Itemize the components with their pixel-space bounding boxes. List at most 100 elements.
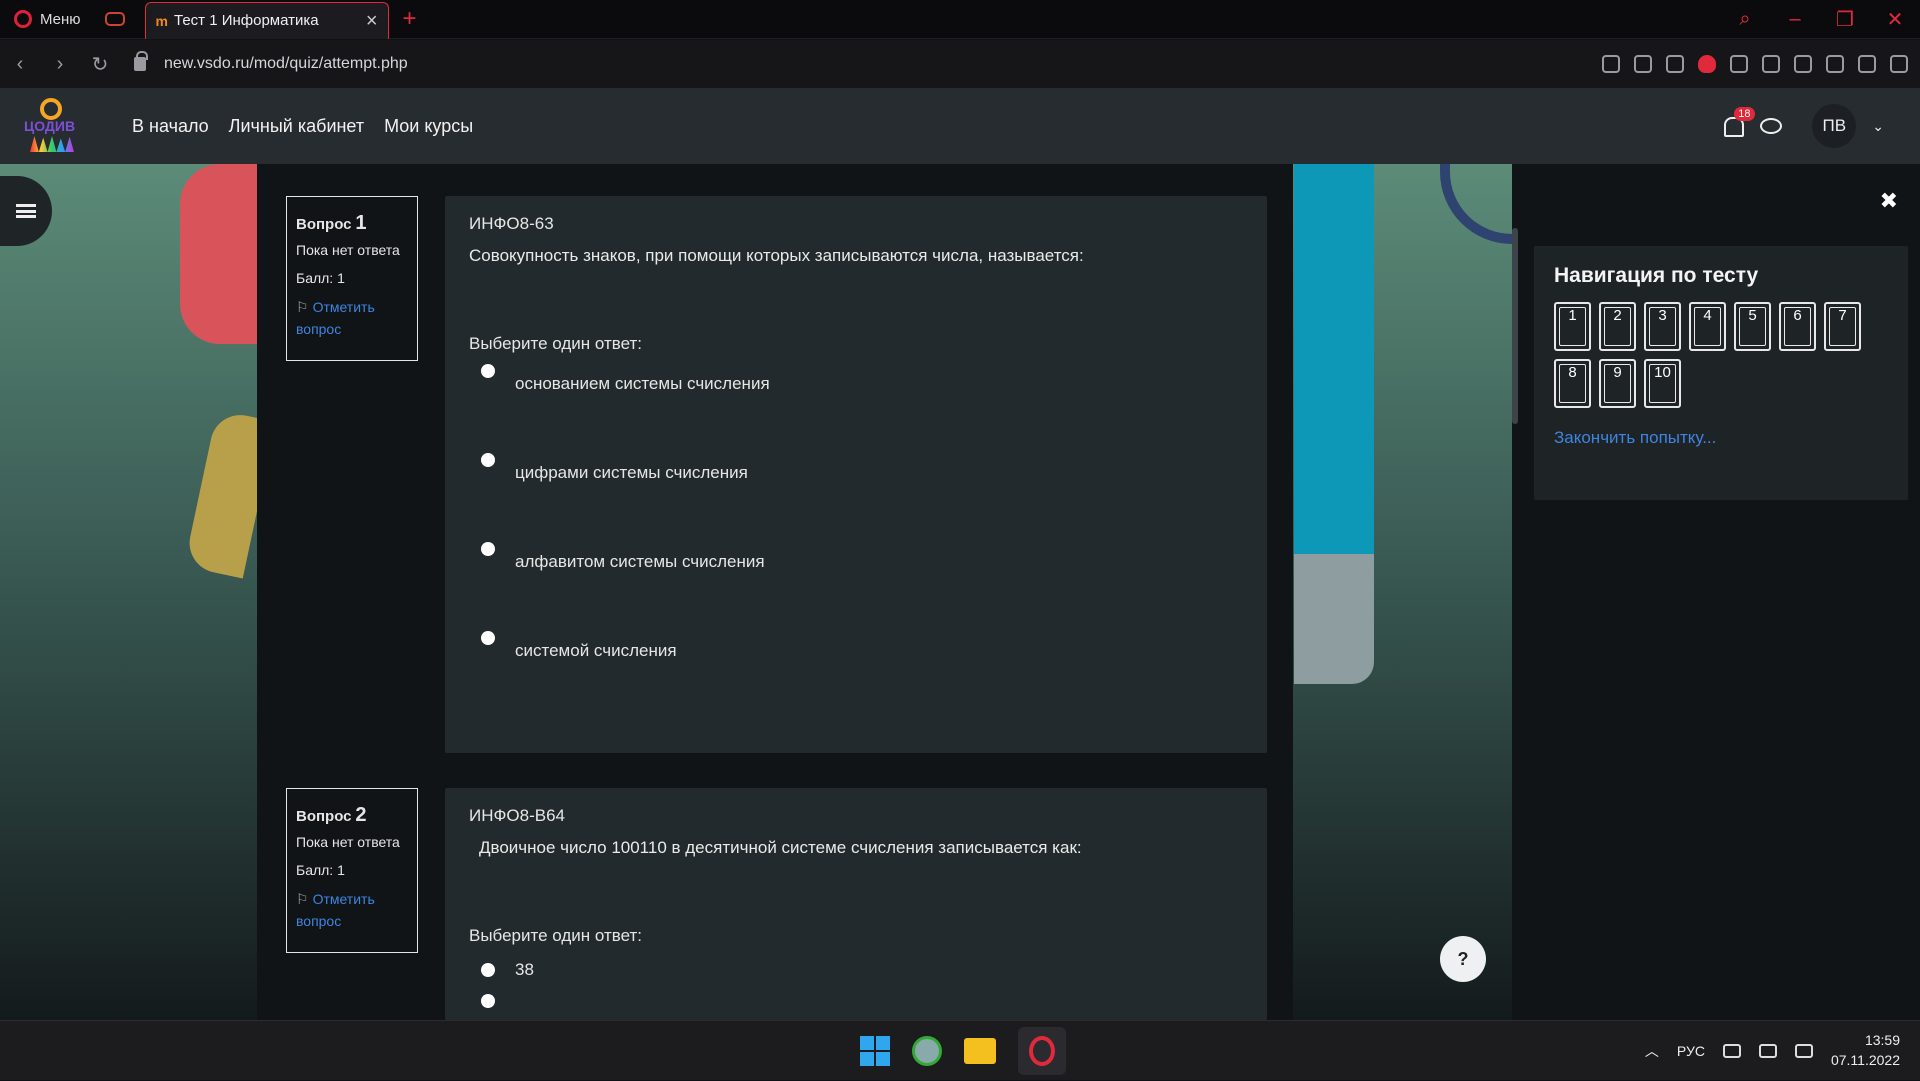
opera-menu-button[interactable]: Меню xyxy=(0,0,95,39)
wifi-icon[interactable] xyxy=(1722,1044,1741,1058)
monitor-decoration xyxy=(1294,164,1374,554)
opera-taskbar-icon[interactable] xyxy=(1018,1027,1066,1075)
radio-button[interactable] xyxy=(481,364,495,378)
emoji-icon[interactable] xyxy=(1602,55,1620,73)
notifications-bell-icon[interactable]: 18 xyxy=(1722,107,1755,137)
system-tray: ︿ РУС 13:59 07.11.2022 xyxy=(1645,1021,1900,1081)
question-nav-button[interactable]: 6 xyxy=(1779,302,1816,351)
menu-label: Меню xyxy=(40,10,81,28)
cube-icon[interactable] xyxy=(1794,55,1812,73)
gx-control-icon[interactable] xyxy=(104,12,125,26)
radio-button[interactable] xyxy=(481,994,495,1008)
windows-start-icon[interactable] xyxy=(860,1036,890,1066)
question-nav-button[interactable]: 2 xyxy=(1599,302,1636,351)
taskbar-apps xyxy=(860,1027,1066,1075)
question-status: Пока нет ответа xyxy=(296,834,400,850)
answer-option[interactable]: цифрами системы счисления xyxy=(481,453,1243,542)
xbox-icon[interactable] xyxy=(912,1036,942,1066)
radio-button[interactable] xyxy=(481,963,495,977)
question-nav-button[interactable]: 3 xyxy=(1644,302,1681,351)
question-text: Двоичное число 100110 в десятичной систе… xyxy=(479,838,1082,857)
messages-icon[interactable] xyxy=(1760,118,1783,134)
chevron-up-icon[interactable]: ︿ xyxy=(1645,1041,1659,1061)
settings-sliders-icon[interactable] xyxy=(1890,55,1908,73)
profile-icon[interactable] xyxy=(1826,55,1844,73)
search-icon[interactable]: ⌕ xyxy=(1720,8,1770,31)
battery-icon[interactable] xyxy=(1794,1044,1813,1058)
close-drawer-icon[interactable]: ✖ xyxy=(1880,188,1898,214)
reload-button[interactable]: ↻ xyxy=(80,52,120,77)
nav-account-link[interactable]: Личный кабинет xyxy=(229,116,364,137)
question-score: Балл: 1 xyxy=(296,862,345,879)
flag-question-link[interactable]: ⚐ Отметить вопрос xyxy=(296,888,408,933)
minimize-button[interactable]: – xyxy=(1770,8,1820,31)
clock[interactable]: 13:59 07.11.2022 xyxy=(1831,1031,1900,1070)
site-header: ЦОДИВ В начало Личный кабинет Мои курсы … xyxy=(0,88,1920,164)
lock-icon[interactable] xyxy=(134,51,148,71)
send-icon[interactable] xyxy=(1730,55,1748,73)
opera-logo-icon xyxy=(14,10,32,28)
question-nav-button[interactable]: 10 xyxy=(1644,359,1681,408)
forward-button[interactable]: › xyxy=(40,53,80,76)
question-nav-button[interactable]: 8 xyxy=(1554,359,1591,408)
back-button[interactable]: ‹ xyxy=(0,53,40,76)
question-nav-button[interactable]: 7 xyxy=(1824,302,1861,351)
tab-title: Тест 1 Информатика xyxy=(174,12,319,29)
answer-option[interactable]: алфавитом системы счисления xyxy=(481,542,1243,631)
chevron-down-icon[interactable]: ⌄ xyxy=(1872,118,1884,135)
question-content: ИНФО8-В64 Двоичное число 100110 в десяти… xyxy=(445,788,1267,1020)
radio-button[interactable] xyxy=(481,542,495,556)
quiz-main: Вопрос 1 Пока нет ответа Балл: 1 ⚐ Отмети… xyxy=(257,164,1293,1020)
avatar[interactable]: ПВ xyxy=(1812,104,1857,148)
new-tab-button[interactable]: + xyxy=(403,5,417,33)
notification-badge: 18 xyxy=(1734,107,1755,121)
tab-active[interactable]: m Тест 1 Информатика × xyxy=(144,1,389,39)
answer-option[interactable]: системой счисления xyxy=(481,631,1243,720)
camera-icon[interactable] xyxy=(1666,55,1684,73)
tab-close-icon[interactable]: × xyxy=(366,10,378,33)
download-icon[interactable] xyxy=(1858,55,1876,73)
language-indicator[interactable]: РУС xyxy=(1677,1043,1705,1059)
volume-icon[interactable] xyxy=(1758,1044,1777,1058)
radio-button[interactable] xyxy=(481,631,495,645)
scrollbar[interactable] xyxy=(1512,228,1518,424)
nav-courses-link[interactable]: Мои курсы xyxy=(384,116,473,137)
site-logo[interactable]: ЦОДИВ xyxy=(22,94,84,158)
question-nav-button[interactable]: 1 xyxy=(1554,302,1591,351)
close-window-button[interactable]: ✕ xyxy=(1870,7,1920,32)
url-field[interactable]: new.vsdo.ru/mod/quiz/attempt.php xyxy=(164,55,408,73)
heart-icon[interactable] xyxy=(1762,55,1780,73)
option-label: основанием системы счисления xyxy=(515,374,770,393)
question-number: 2 xyxy=(355,804,367,826)
quiz-navigation-block: Навигация по тесту 1 2 3 4 5 6 7 8 9 10 … xyxy=(1534,246,1908,500)
question-info: Вопрос 1 Пока нет ответа Балл: 1 ⚐ Отмети… xyxy=(286,196,418,361)
logo-text: ЦОДИВ xyxy=(24,118,76,134)
restore-button[interactable]: ❐ xyxy=(1820,7,1870,32)
option-label: 38 xyxy=(515,960,534,979)
radio-button[interactable] xyxy=(481,453,495,467)
question-label: Вопрос xyxy=(296,216,352,233)
answer-option[interactable]: основанием системы счисления xyxy=(481,364,1243,453)
answer-option[interactable]: 38 xyxy=(481,956,1243,984)
option-label: алфавитом системы счисления xyxy=(515,552,765,571)
question-info: Вопрос 2 Пока нет ответа Балл: 1 ⚐ Отмети… xyxy=(286,788,418,953)
flag-question-link[interactable]: ⚐ Отметить вопрос xyxy=(296,296,408,341)
nav-home-link[interactable]: В начало xyxy=(132,116,209,137)
window-controls: ⌕ – ❐ ✕ xyxy=(1720,0,1920,39)
puzzle-decoration xyxy=(180,164,260,344)
list-icon xyxy=(16,204,36,218)
windows-taskbar: ︿ РУС 13:59 07.11.2022 xyxy=(0,1020,1920,1080)
finish-attempt-link[interactable]: Закончить попытку... xyxy=(1554,428,1888,448)
question-text: Совокупность знаков, при помощи которых … xyxy=(469,246,1084,265)
adblock-shield-icon[interactable] xyxy=(1698,55,1716,73)
question-nav-button[interactable]: 4 xyxy=(1689,302,1726,351)
help-button[interactable]: ? xyxy=(1440,936,1486,982)
question-nav-button[interactable]: 9 xyxy=(1599,359,1636,408)
question-content: ИНФО8-63 Совокупность знаков, при помощи… xyxy=(445,196,1267,753)
question-nav-button[interactable]: 5 xyxy=(1734,302,1771,351)
clock-time: 13:59 xyxy=(1864,1032,1900,1049)
answer-option[interactable] xyxy=(481,994,1243,1008)
edit-icon[interactable] xyxy=(1634,55,1652,73)
file-explorer-icon[interactable] xyxy=(964,1038,996,1064)
moodle-favicon-icon: m xyxy=(155,12,168,29)
